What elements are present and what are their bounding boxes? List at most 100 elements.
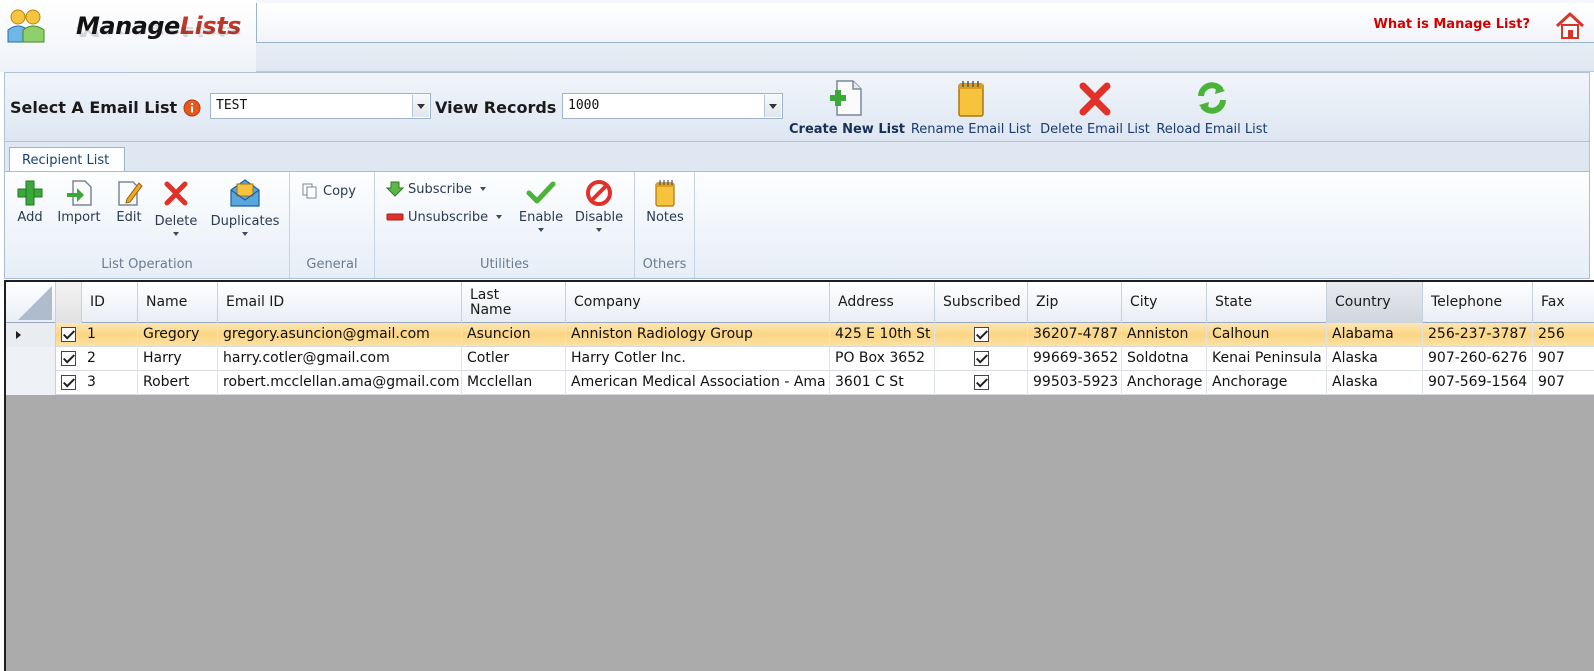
delete-button[interactable]: Delete [151,178,201,236]
cell-last-name[interactable]: Asuncion [462,323,566,347]
recipient-grid[interactable]: ID Name Email ID Last Name Company Addre… [4,280,1594,671]
group-title-general: General [306,257,358,272]
cell-name[interactable]: Gregory [138,323,218,347]
cell-email[interactable]: gregory.asuncion@gmail.com [218,323,462,347]
chevron-down-icon[interactable] [412,95,429,117]
edit-button[interactable]: Edit [111,178,147,225]
chevron-down-icon[interactable] [242,232,248,236]
column-header-subscribed[interactable]: Subscribed [935,282,1028,323]
cell-address[interactable]: PO Box 3652 [830,347,935,371]
row-indicator[interactable] [6,323,56,347]
cell-subscribed[interactable] [935,347,1028,371]
row-select-checkbox[interactable] [61,327,76,342]
column-header-state[interactable]: State [1207,282,1327,323]
cell-zip[interactable]: 99503-5923 [1028,371,1122,395]
copy-button[interactable]: Copy [301,182,356,200]
cell-telephone[interactable]: 256-237-3787 [1423,323,1533,347]
delete-email-list-button[interactable]: Delete Email List [1037,73,1153,141]
row-indicator[interactable] [6,371,56,395]
cell-subscribed[interactable] [935,323,1028,347]
cell-country[interactable]: Alabama [1327,323,1423,347]
cell-name[interactable]: Robert [138,371,218,395]
column-header-email-id[interactable]: Email ID [218,282,462,323]
notepad-icon [958,81,984,117]
unsubscribe-button[interactable]: Unsubscribe [386,208,503,226]
cell-state[interactable]: Calhoun [1207,323,1327,347]
cell-city[interactable]: Anniston [1122,323,1207,347]
cell-zip[interactable]: 99669-3652 [1028,347,1122,371]
cell-last-name[interactable]: Mcclellan [462,371,566,395]
cell-zip[interactable]: 36207-4787 [1028,323,1122,347]
column-header-address[interactable]: Address [830,282,935,323]
chevron-down-icon[interactable] [479,187,486,191]
cell-email[interactable]: robert.mcclellan.ama@gmail.com [218,371,462,395]
cell-fax[interactable]: 256 [1533,323,1594,347]
add-button[interactable]: Add [13,178,47,225]
chevron-down-icon[interactable] [764,95,781,117]
reload-email-list-button[interactable]: Reload Email List [1153,73,1271,141]
row-indicator[interactable] [6,347,56,371]
tab-recipient-list[interactable]: Recipient List [9,147,125,173]
cell-email[interactable]: harry.cotler@gmail.com [218,347,462,371]
duplicates-button[interactable]: Duplicates [207,176,283,236]
cell-country[interactable]: Alaska [1327,347,1423,371]
what-is-manage-list-link[interactable]: What is Manage List? [1374,17,1530,32]
table-row[interactable]: 2 Harry harry.cotler@gmail.com Cotler Ha… [6,347,1594,371]
column-header-name[interactable]: Name [138,282,218,323]
table-row[interactable]: 1 Gregory gregory.asuncion@gmail.com Asu… [6,323,1594,347]
column-header-id[interactable]: ID [82,282,138,323]
enable-button[interactable]: Enable [515,178,567,232]
cell-address[interactable]: 425 E 10th St [830,323,935,347]
subscribed-checkbox[interactable] [974,375,989,390]
cell-fax[interactable]: 907 [1533,371,1594,395]
cell-state[interactable]: Anchorage [1207,371,1327,395]
chevron-down-icon[interactable] [538,228,544,232]
table-row[interactable]: 3 Robert robert.mcclellan.ama@gmail.com … [6,371,1594,395]
cell-company[interactable]: Anniston Radiology Group [566,323,830,347]
column-header-city[interactable]: City [1122,282,1207,323]
column-header-company[interactable]: Company [566,282,830,323]
info-icon[interactable] [183,99,201,117]
subscribe-button[interactable]: Subscribe [386,180,486,198]
cell-address[interactable]: 3601 C St [830,371,935,395]
row-select-checkbox[interactable] [61,375,76,390]
cell-telephone[interactable]: 907-260-6276 [1423,347,1533,371]
subscribed-checkbox[interactable] [974,351,989,366]
email-list-selection-bar: Select A Email List TEST View Records 10… [4,72,1590,142]
cell-company[interactable]: American Medical Association - Ama [566,371,830,395]
column-header-last-name[interactable]: Last Name [462,282,566,323]
disable-button[interactable]: Disable [571,178,627,232]
cell-id[interactable]: 1 [82,323,138,347]
logo-area: ManageLists ManageLists [0,0,256,72]
cell-state[interactable]: Kenai Peninsula [1207,347,1327,371]
cell-id[interactable]: 3 [82,371,138,395]
import-button[interactable]: Import [53,178,105,225]
column-header-zip[interactable]: Zip [1028,282,1122,323]
email-list-combo[interactable]: TEST [210,93,431,119]
group-title-utilities: Utilities [480,257,529,272]
rename-email-list-button[interactable]: Rename Email List [909,73,1033,141]
cell-id[interactable]: 2 [82,347,138,371]
chevron-down-icon[interactable] [173,232,179,236]
subscribed-checkbox[interactable] [974,327,989,342]
cell-city[interactable]: Anchorage [1122,371,1207,395]
home-icon[interactable] [1554,11,1586,41]
cell-country[interactable]: Alaska [1327,371,1423,395]
column-header-telephone[interactable]: Telephone [1423,282,1533,323]
cell-subscribed[interactable] [935,371,1028,395]
cell-last-name[interactable]: Cotler [462,347,566,371]
cell-telephone[interactable]: 907-569-1564 [1423,371,1533,395]
row-select-checkbox[interactable] [61,351,76,366]
cell-fax[interactable]: 907 [1533,347,1594,371]
cell-city[interactable]: Soldotna [1122,347,1207,371]
column-header-fax[interactable]: Fax [1533,282,1594,323]
cell-company[interactable]: Harry Cotler Inc. [566,347,830,371]
select-all-corner[interactable] [6,282,56,323]
column-header-country[interactable]: Country [1327,282,1423,323]
create-new-list-button[interactable]: Create New List [789,73,905,141]
chevron-down-icon[interactable] [496,215,503,219]
cell-name[interactable]: Harry [138,347,218,371]
notes-button[interactable]: Notes [641,178,689,225]
chevron-down-icon[interactable] [596,228,602,232]
view-records-combo[interactable]: 1000 [562,93,783,119]
